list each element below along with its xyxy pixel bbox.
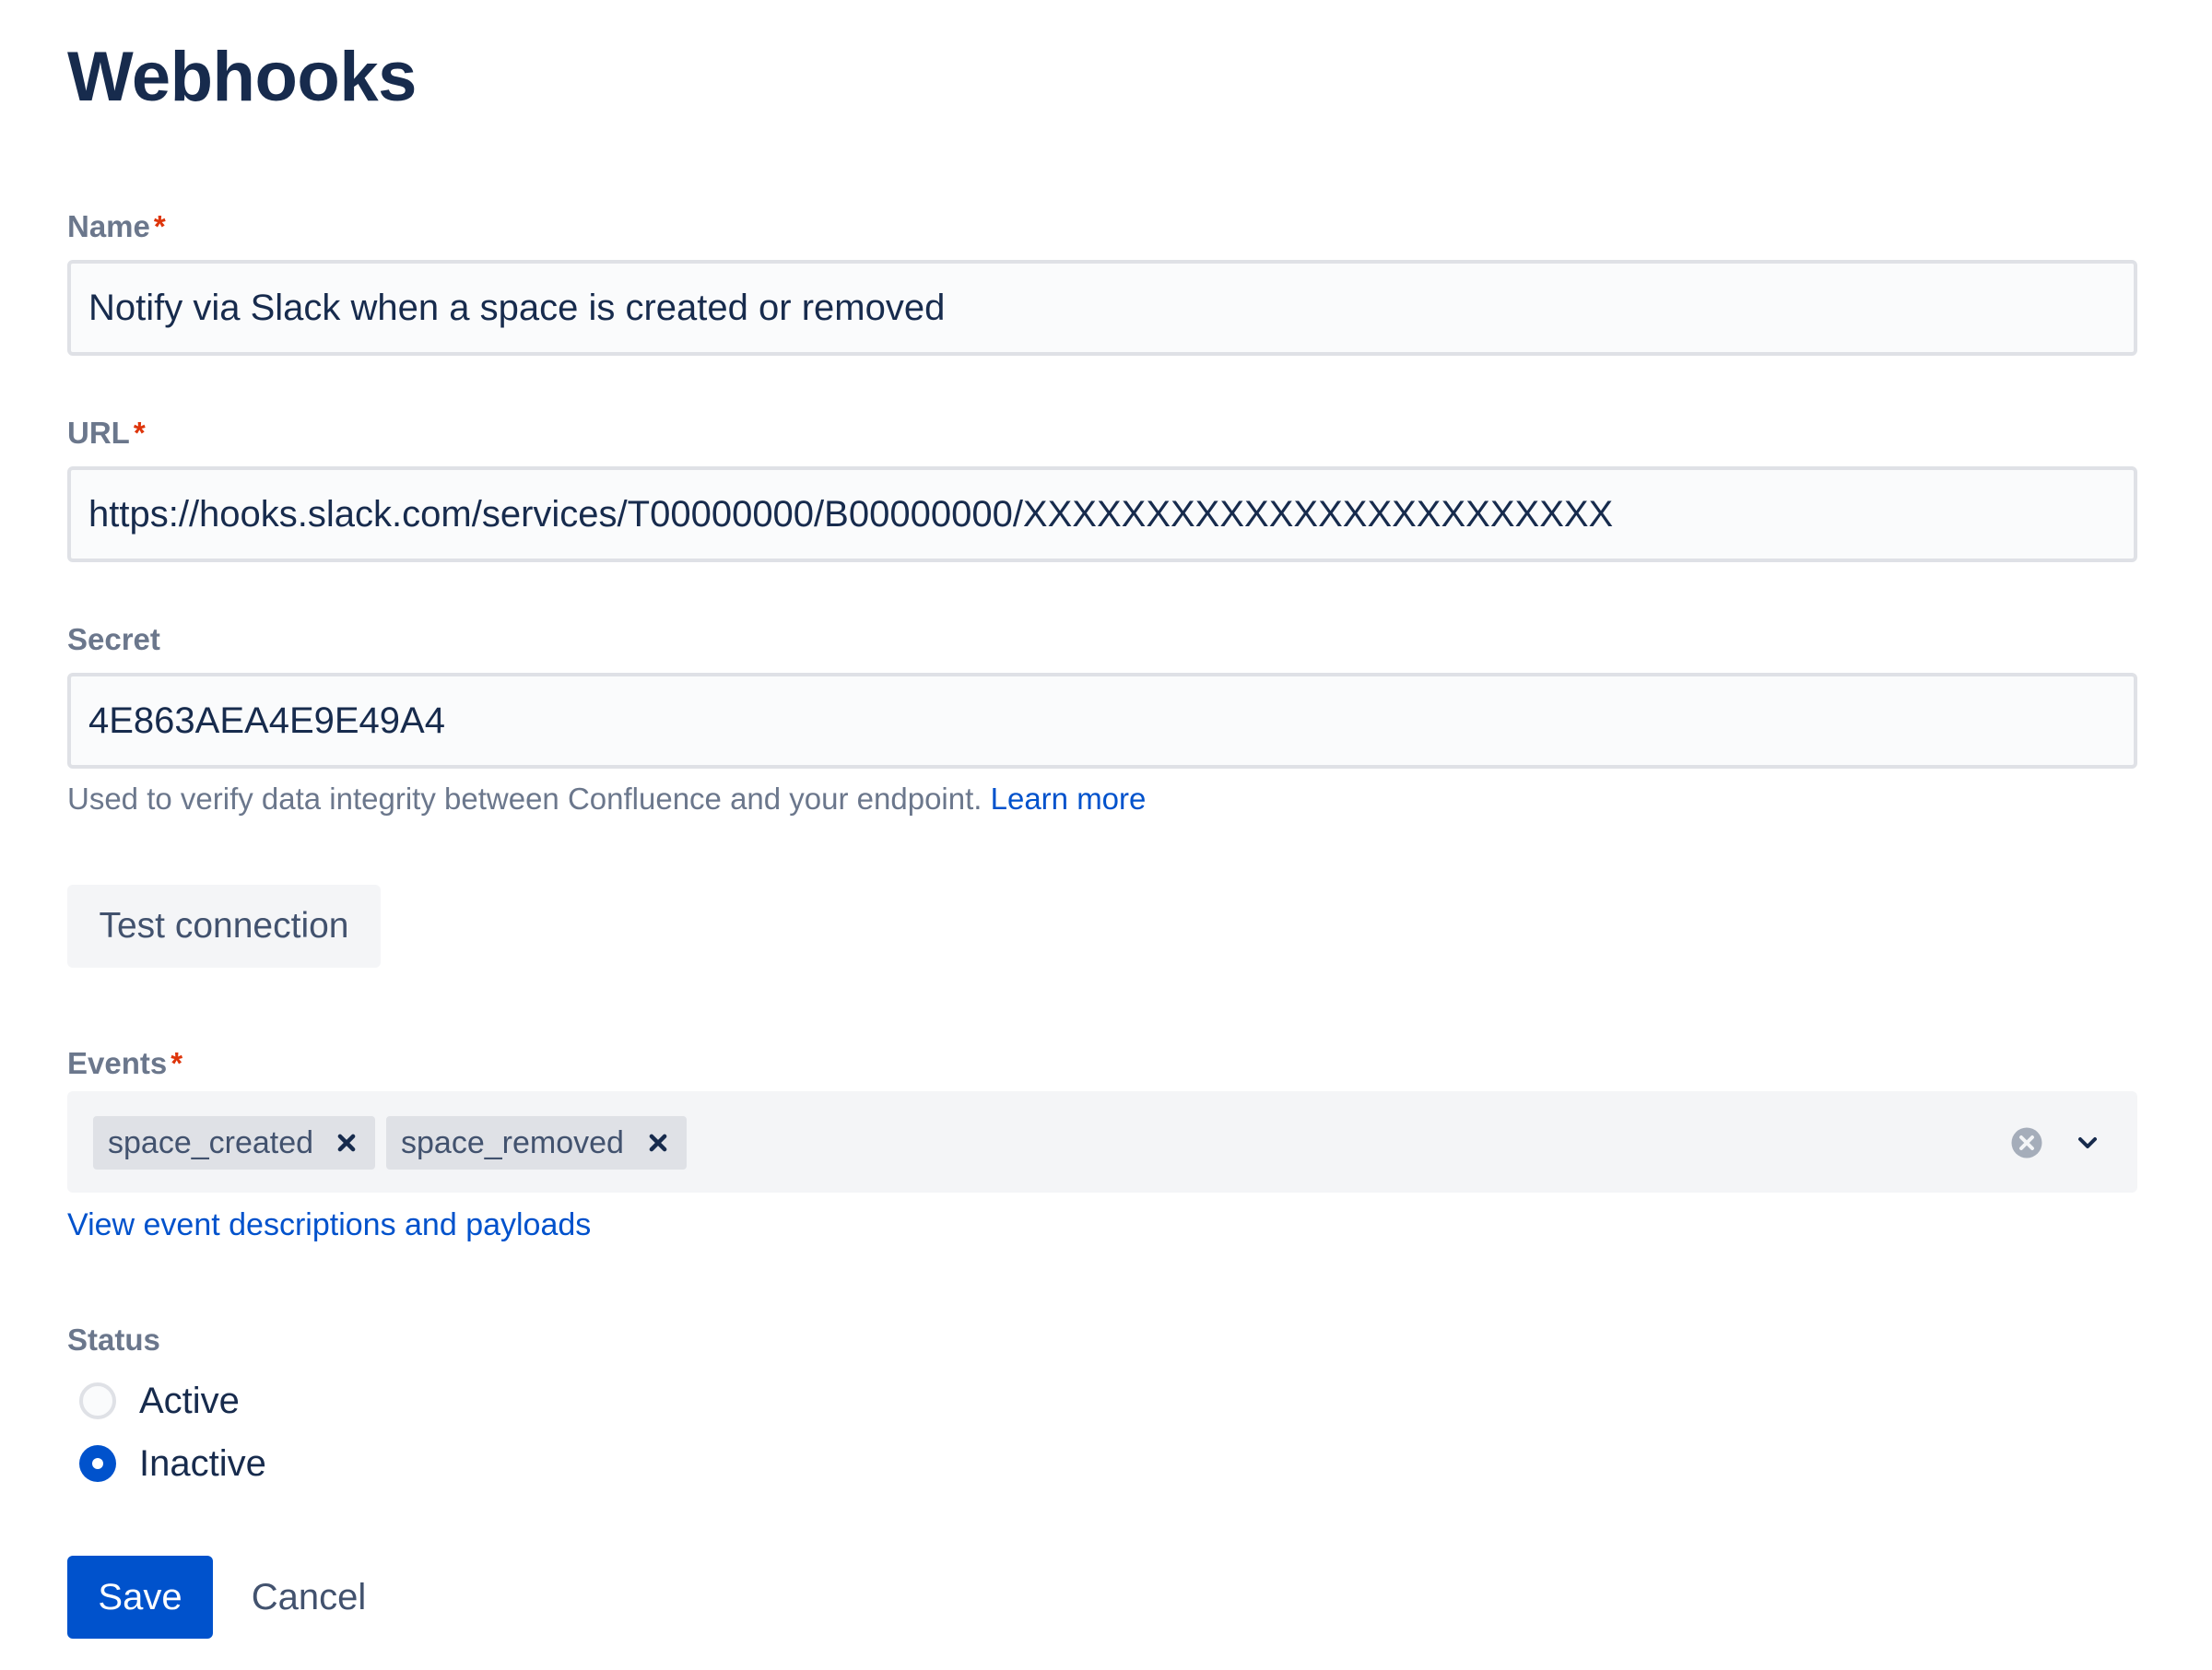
secret-helper-text: Used to verify data integrity between Co… (67, 780, 1146, 819)
close-icon[interactable] (331, 1127, 362, 1158)
view-event-descriptions-link[interactable]: View event descriptions and payloads (67, 1207, 591, 1243)
chevron-down-icon[interactable] (2073, 1128, 2102, 1158)
events-label-text: Events (67, 1046, 168, 1080)
learn-more-link[interactable]: Learn more (991, 782, 1147, 816)
status-option-active-label[interactable]: Active (139, 1379, 240, 1423)
cancel-button[interactable]: Cancel (235, 1556, 382, 1639)
secret-field[interactable] (67, 673, 2137, 769)
name-input[interactable] (71, 264, 2134, 352)
webhook-form-page: Webhooks Name* URL* Secret Used to verif… (0, 0, 2212, 1670)
events-label: Events * (67, 1045, 182, 1082)
close-icon[interactable] (642, 1127, 674, 1158)
name-label: Name * (67, 208, 166, 245)
clear-circle-icon[interactable] (2010, 1126, 2043, 1159)
status-radio-active[interactable] (79, 1382, 116, 1419)
event-tag-label: space_removed (401, 1124, 624, 1160)
status-option-inactive-label[interactable]: Inactive (139, 1441, 266, 1486)
status-label: Status (67, 1322, 160, 1358)
page-title: Webhooks (67, 38, 417, 116)
event-tag-label: space_created (108, 1124, 314, 1160)
event-tag-space-created: space_created (93, 1116, 375, 1170)
status-label-text: Status (67, 1323, 160, 1357)
test-connection-button[interactable]: Test connection (67, 885, 381, 968)
name-label-text: Name (67, 209, 150, 243)
status-radio-inactive[interactable] (79, 1445, 116, 1482)
save-button[interactable]: Save (67, 1556, 213, 1639)
secret-input[interactable] (71, 676, 2134, 765)
url-label-text: URL (67, 416, 130, 450)
required-mark: * (133, 416, 146, 450)
events-multiselect[interactable]: space_created space_removed (67, 1091, 2137, 1193)
event-tag-space-removed: space_removed (386, 1116, 687, 1170)
required-mark: * (171, 1046, 183, 1080)
secret-label: Secret (67, 621, 160, 658)
secret-label-text: Secret (67, 622, 160, 656)
name-field[interactable] (67, 260, 2137, 356)
required-mark: * (153, 209, 166, 243)
secret-helper-message: Used to verify data integrity between Co… (67, 782, 982, 816)
url-input[interactable] (71, 470, 2134, 559)
url-label: URL * (67, 415, 146, 452)
url-field[interactable] (67, 466, 2137, 562)
